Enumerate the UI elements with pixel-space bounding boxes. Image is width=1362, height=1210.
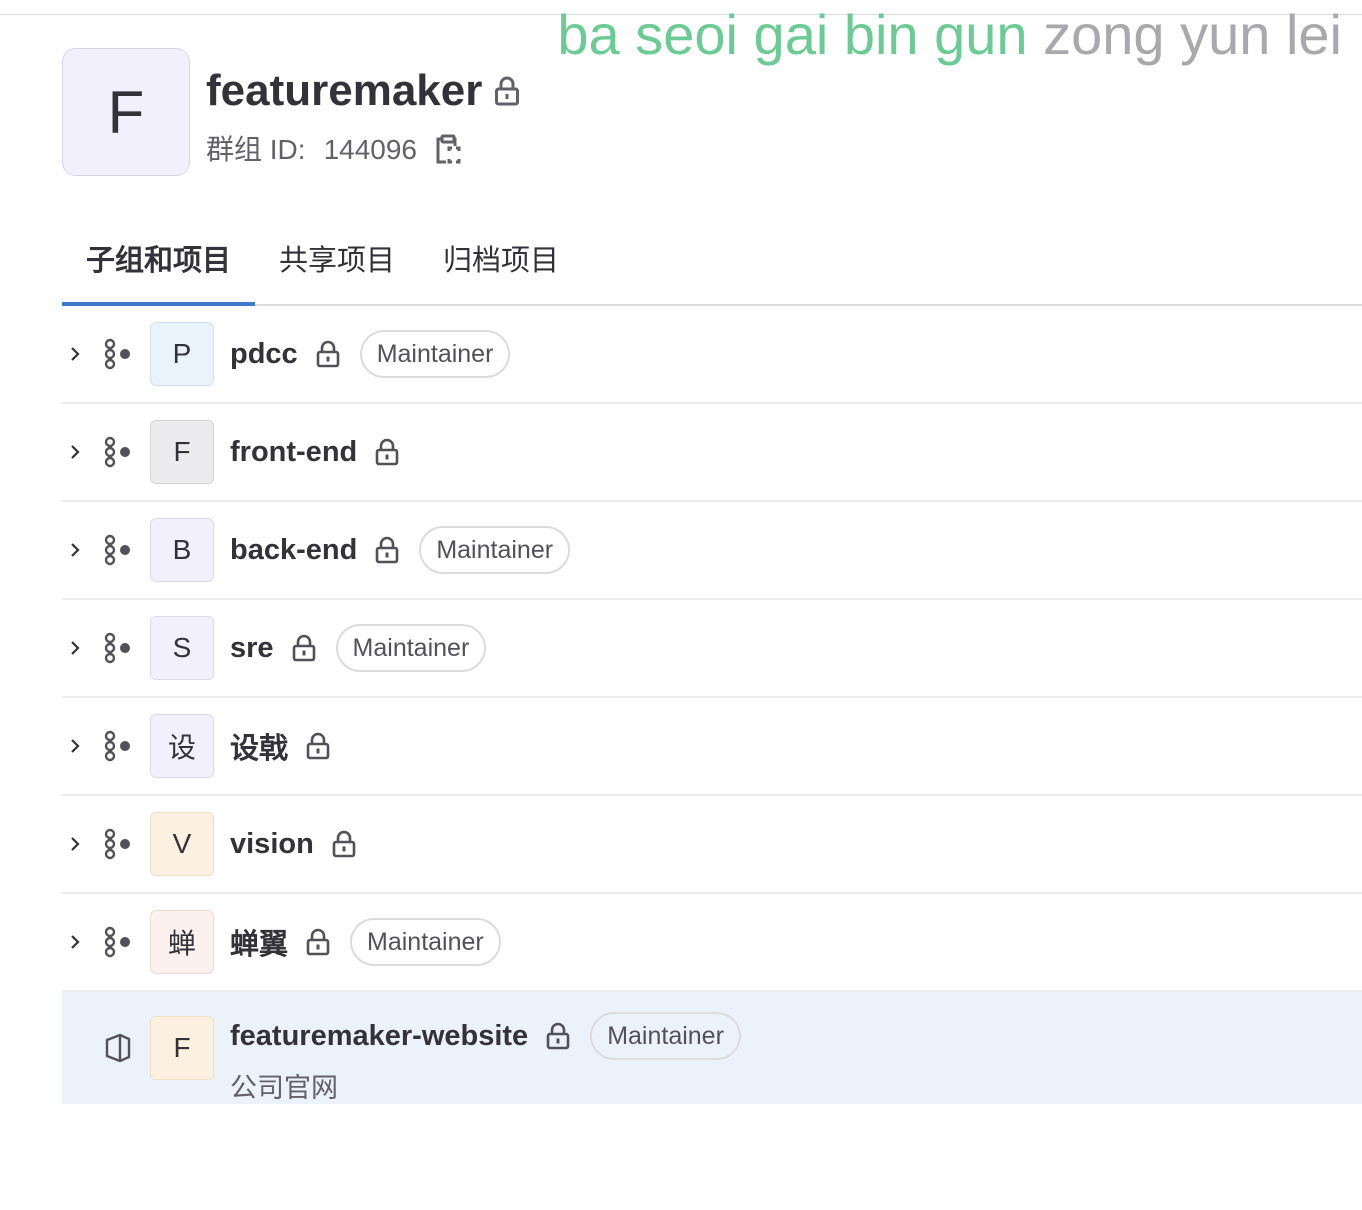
- lock-icon: [292, 634, 315, 662]
- project-row[interactable]: F featuremaker-website Maintainer 公司官网: [62, 992, 1362, 1104]
- item-name[interactable]: back-end: [230, 534, 357, 567]
- chevron-right-icon[interactable]: [68, 443, 82, 461]
- avatar: S: [150, 616, 214, 680]
- group-id: 群组 ID: 144096: [206, 130, 461, 170]
- tab-archived-projects[interactable]: 归档项目: [419, 212, 583, 304]
- group-id-value: 144096: [323, 134, 417, 165]
- tab-shared-projects[interactable]: 共享项目: [255, 212, 419, 304]
- subgroup-icon: [104, 828, 130, 860]
- tab-bar: 子组和项目 共享项目 归档项目: [62, 212, 1362, 306]
- project-icon: [105, 1033, 131, 1063]
- group-id-label: 群组 ID:: [206, 134, 306, 165]
- item-name[interactable]: front-end: [230, 436, 357, 469]
- list-item[interactable]: 蝉 蝉翼 Maintainer: [62, 894, 1362, 992]
- group-name[interactable]: featuremaker: [206, 64, 482, 118]
- tab-subgroups-and-projects[interactable]: 子组和项目: [62, 212, 256, 306]
- list-item[interactable]: P pdcc Maintainer: [62, 306, 1362, 404]
- subgroup-icon: [104, 926, 130, 958]
- chevron-right-icon[interactable]: [68, 639, 82, 657]
- avatar: 设: [150, 714, 214, 778]
- list-item[interactable]: V vision: [62, 796, 1362, 894]
- avatar: F: [150, 420, 214, 484]
- chevron-right-icon[interactable]: [68, 933, 82, 951]
- lock-icon: [306, 928, 330, 956]
- list-item[interactable]: B back-end Maintainer: [62, 502, 1362, 600]
- chevron-right-icon[interactable]: [68, 737, 82, 755]
- lock-icon: [495, 76, 520, 106]
- role-badge: Maintainer: [350, 918, 501, 966]
- item-name[interactable]: vision: [230, 828, 314, 861]
- subgroup-icon: [104, 436, 130, 468]
- chevron-right-icon[interactable]: [68, 541, 82, 559]
- group-avatar: F: [62, 48, 190, 176]
- lock-icon: [546, 1022, 570, 1050]
- role-badge: Maintainer: [359, 330, 511, 378]
- copy-icon[interactable]: [435, 134, 461, 166]
- group-header: F featuremaker 群组 ID: 144096: [62, 48, 762, 176]
- group-title: featuremaker: [206, 64, 520, 118]
- avatar: 蝉: [150, 910, 214, 974]
- avatar: B: [150, 518, 214, 582]
- avatar: V: [150, 812, 214, 876]
- avatar: F: [150, 1016, 214, 1080]
- item-name[interactable]: sre: [230, 632, 274, 665]
- overlay-caption-part2: zong yun lei: [1043, 3, 1342, 66]
- role-badge: Maintainer: [590, 1012, 741, 1060]
- lock-icon: [332, 830, 356, 858]
- project-description: 公司官网: [230, 1073, 338, 1103]
- chevron-right-icon[interactable]: [68, 835, 82, 853]
- role-badge: Maintainer: [335, 624, 487, 672]
- role-badge: Maintainer: [419, 526, 571, 574]
- item-name[interactable]: pdcc: [230, 338, 298, 371]
- lock-icon: [316, 340, 339, 368]
- list-item[interactable]: F front-end: [62, 404, 1362, 502]
- project-name[interactable]: featuremaker-website: [230, 1020, 528, 1053]
- list-item[interactable]: S sre Maintainer: [62, 600, 1362, 698]
- subgroups-and-projects-list: P pdcc Maintainer F front-end B back-end…: [62, 306, 1362, 1104]
- lock-icon: [306, 732, 330, 760]
- subgroup-icon: [104, 632, 130, 664]
- subgroup-icon: [104, 534, 130, 566]
- lock-icon: [375, 438, 399, 466]
- item-name[interactable]: 设戟: [230, 725, 288, 767]
- subgroup-icon: [104, 730, 130, 762]
- list-item[interactable]: 设 设戟: [62, 698, 1362, 796]
- chevron-right-icon[interactable]: [68, 345, 82, 363]
- subgroup-icon: [104, 338, 130, 370]
- avatar: P: [150, 322, 214, 386]
- item-name[interactable]: 蝉翼: [230, 921, 288, 963]
- lock-icon: [376, 536, 399, 564]
